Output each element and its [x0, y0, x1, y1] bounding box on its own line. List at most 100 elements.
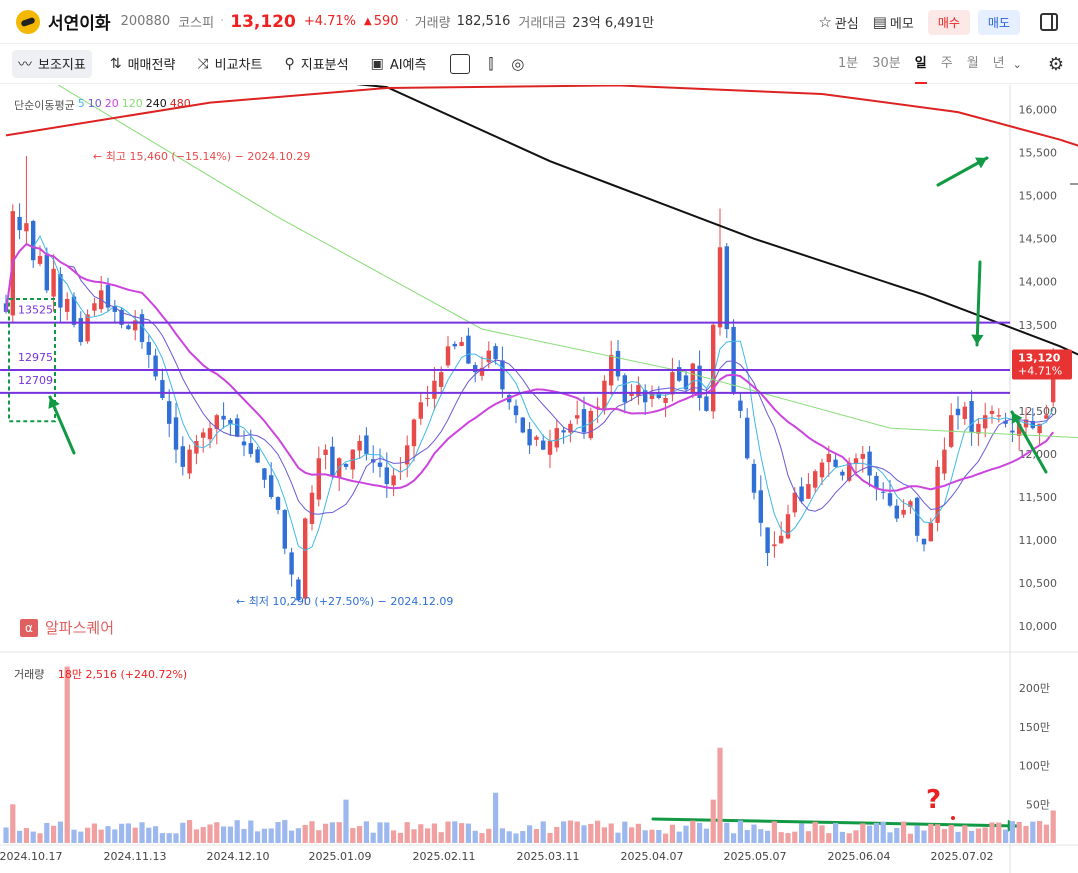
volume-bar[interactable] [812, 821, 818, 843]
volume-bar[interactable] [1043, 824, 1049, 843]
volume-bar[interactable] [799, 823, 805, 843]
candle-body[interactable] [44, 255, 49, 291]
volume-bar[interactable] [907, 833, 913, 843]
buy-button[interactable]: 매수 [927, 9, 970, 35]
volume-bar[interactable] [690, 820, 696, 843]
volume-bar[interactable] [173, 833, 179, 843]
volume-bar[interactable] [819, 825, 825, 843]
volume-bar[interactable] [78, 831, 84, 843]
analysis-button[interactable]: ⚲ 지표분석 [280, 50, 352, 78]
volume-bar[interactable] [112, 829, 118, 843]
volume-bar[interactable] [581, 825, 587, 843]
volume-bar[interactable] [656, 830, 662, 843]
candle-body[interactable] [269, 475, 274, 498]
volume-bar[interactable] [731, 833, 737, 843]
volume-bar[interactable] [574, 821, 580, 843]
volume-bar[interactable] [1030, 821, 1036, 843]
candle-body[interactable] [724, 246, 729, 330]
volume-bar[interactable] [744, 830, 750, 843]
volume-bar[interactable] [853, 830, 859, 843]
candle-body[interactable] [887, 493, 893, 506]
candle-body[interactable] [201, 432, 206, 438]
volume-bar[interactable] [1003, 829, 1009, 843]
candle-body[interactable] [575, 415, 580, 419]
candle-body[interactable] [194, 441, 199, 454]
volume-bar[interactable] [302, 824, 308, 843]
candle-body[interactable] [996, 415, 1001, 417]
candle-body[interactable] [989, 410, 995, 414]
volume-bar[interactable] [91, 823, 97, 843]
candle-body[interactable] [255, 449, 260, 463]
volume-bar[interactable] [438, 832, 444, 843]
volume-bar[interactable] [465, 823, 471, 843]
volume-bar[interactable] [431, 823, 437, 843]
candle-body[interactable] [377, 462, 383, 467]
period-30min[interactable]: 30분 [872, 44, 901, 84]
volume-bar[interactable] [595, 820, 601, 843]
volume-bar[interactable] [146, 827, 152, 843]
candle-body[interactable] [411, 419, 417, 447]
candle-body[interactable] [520, 417, 525, 433]
volume-bar[interactable] [227, 826, 233, 843]
candle-body[interactable] [85, 314, 90, 342]
volume-bar[interactable] [10, 804, 16, 843]
volume-bar[interactable] [329, 822, 335, 843]
candle-body[interactable] [636, 385, 641, 396]
candle-body[interactable] [466, 335, 471, 364]
volume-bar[interactable] [921, 830, 927, 843]
volume-bar[interactable] [85, 827, 91, 843]
candle-body[interactable] [588, 410, 593, 439]
candle-body[interactable] [187, 449, 192, 474]
candle-body[interactable] [527, 429, 532, 446]
volume-bar[interactable] [676, 831, 682, 843]
volume-bar[interactable] [207, 824, 213, 843]
candle-body[interactable] [806, 484, 811, 499]
candle-body[interactable] [459, 342, 464, 346]
candle-body[interactable] [969, 401, 974, 433]
volume-bar[interactable] [839, 831, 845, 843]
candle-body[interactable] [915, 497, 920, 536]
candlestick-icon[interactable]: ⫿ [488, 55, 493, 73]
candle-body[interactable] [262, 468, 267, 480]
volume-bar[interactable] [397, 832, 403, 843]
candle-body[interactable] [751, 463, 757, 493]
volume-bar[interactable] [873, 822, 879, 843]
volume-bar[interactable] [962, 825, 968, 843]
volume-bar[interactable] [153, 826, 159, 843]
volume-bar[interactable] [316, 830, 322, 843]
volume-bar[interactable] [996, 822, 1002, 843]
candle-body[interactable] [602, 380, 607, 410]
candle-body[interactable] [615, 350, 621, 377]
volume-bar[interactable] [64, 666, 70, 843]
candle-body[interactable] [1010, 430, 1015, 433]
candle-body[interactable] [554, 428, 559, 448]
volume-bar[interactable] [295, 828, 301, 843]
candle-body[interactable] [357, 441, 362, 451]
volume-bar[interactable] [554, 827, 560, 843]
volume-bar[interactable] [826, 833, 832, 843]
candle-body[interactable] [629, 393, 634, 396]
candle-body[interactable] [881, 491, 886, 493]
volume-bar[interactable] [214, 822, 220, 843]
volume-bar[interactable] [683, 825, 689, 843]
candle-body[interactable] [785, 514, 791, 539]
volume-bar[interactable] [758, 829, 764, 843]
volume-bar[interactable] [588, 823, 594, 843]
volume-bar[interactable] [44, 822, 50, 843]
volume-bar[interactable] [282, 820, 288, 843]
candle-body[interactable] [745, 417, 750, 459]
candle-body[interactable] [894, 505, 899, 519]
candle-body[interactable] [364, 435, 369, 454]
candle-body[interactable] [819, 462, 825, 478]
volume-bar[interactable] [255, 831, 261, 843]
volume-bar[interactable] [533, 829, 539, 843]
candle-body[interactable] [765, 527, 770, 553]
volume-bar[interactable] [520, 831, 526, 843]
volume-bar[interactable] [105, 826, 111, 843]
volume-bar[interactable] [710, 799, 716, 843]
volume-bar[interactable] [418, 824, 424, 843]
candle-body[interactable] [799, 486, 804, 502]
volume-bar[interactable] [248, 820, 254, 843]
candle-body[interactable] [17, 216, 22, 231]
candle-body[interactable] [167, 401, 172, 424]
